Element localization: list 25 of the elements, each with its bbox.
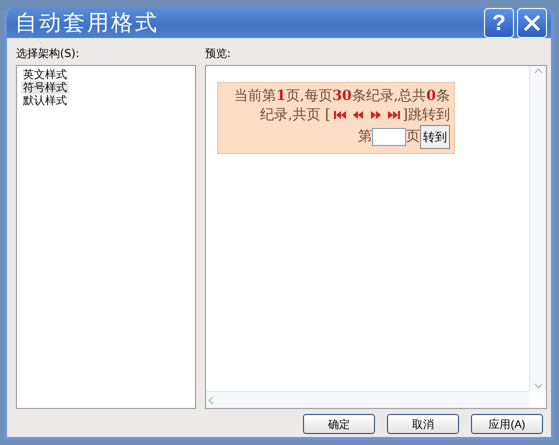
- dialog-button[interactable]: 应用(A): [471, 414, 543, 434]
- page-input-field[interactable]: [372, 128, 406, 146]
- list-label: 选择架构(S):: [16, 46, 80, 59]
- preview-label: 预览:: [205, 46, 232, 59]
- horizontal-scrollbar[interactable]: [206, 391, 529, 408]
- page-prefix: 第: [358, 128, 372, 145]
- vertical-scrollbar[interactable]: [529, 66, 546, 391]
- dialog-button[interactable]: 确定: [303, 414, 375, 434]
- dialog-button[interactable]: 取消: [387, 414, 459, 434]
- last-page-icon[interactable]: [388, 110, 400, 120]
- scheme-item[interactable]: 英文样式: [21, 68, 69, 81]
- pager-status-text: 当前第1页,每页30条纪录,总共0条: [234, 88, 450, 104]
- next-page-icon[interactable]: [370, 110, 382, 120]
- pager-status-text: 纪录,共页 [: [260, 107, 331, 123]
- previous-page-icon[interactable]: [352, 110, 364, 120]
- scheme-item[interactable]: 默认样式: [21, 94, 69, 107]
- go-button[interactable]: 转到: [420, 125, 450, 149]
- scheme-item[interactable]: 符号样式: [21, 81, 69, 94]
- window-title: 自动套用格式: [15, 10, 160, 38]
- first-page-icon[interactable]: [334, 110, 346, 120]
- help-button[interactable]: ?: [484, 8, 514, 38]
- jump-text: ]跳转到: [402, 107, 450, 123]
- close-icon: [523, 14, 541, 32]
- close-button[interactable]: [517, 8, 547, 38]
- page-suffix: 页: [406, 128, 420, 145]
